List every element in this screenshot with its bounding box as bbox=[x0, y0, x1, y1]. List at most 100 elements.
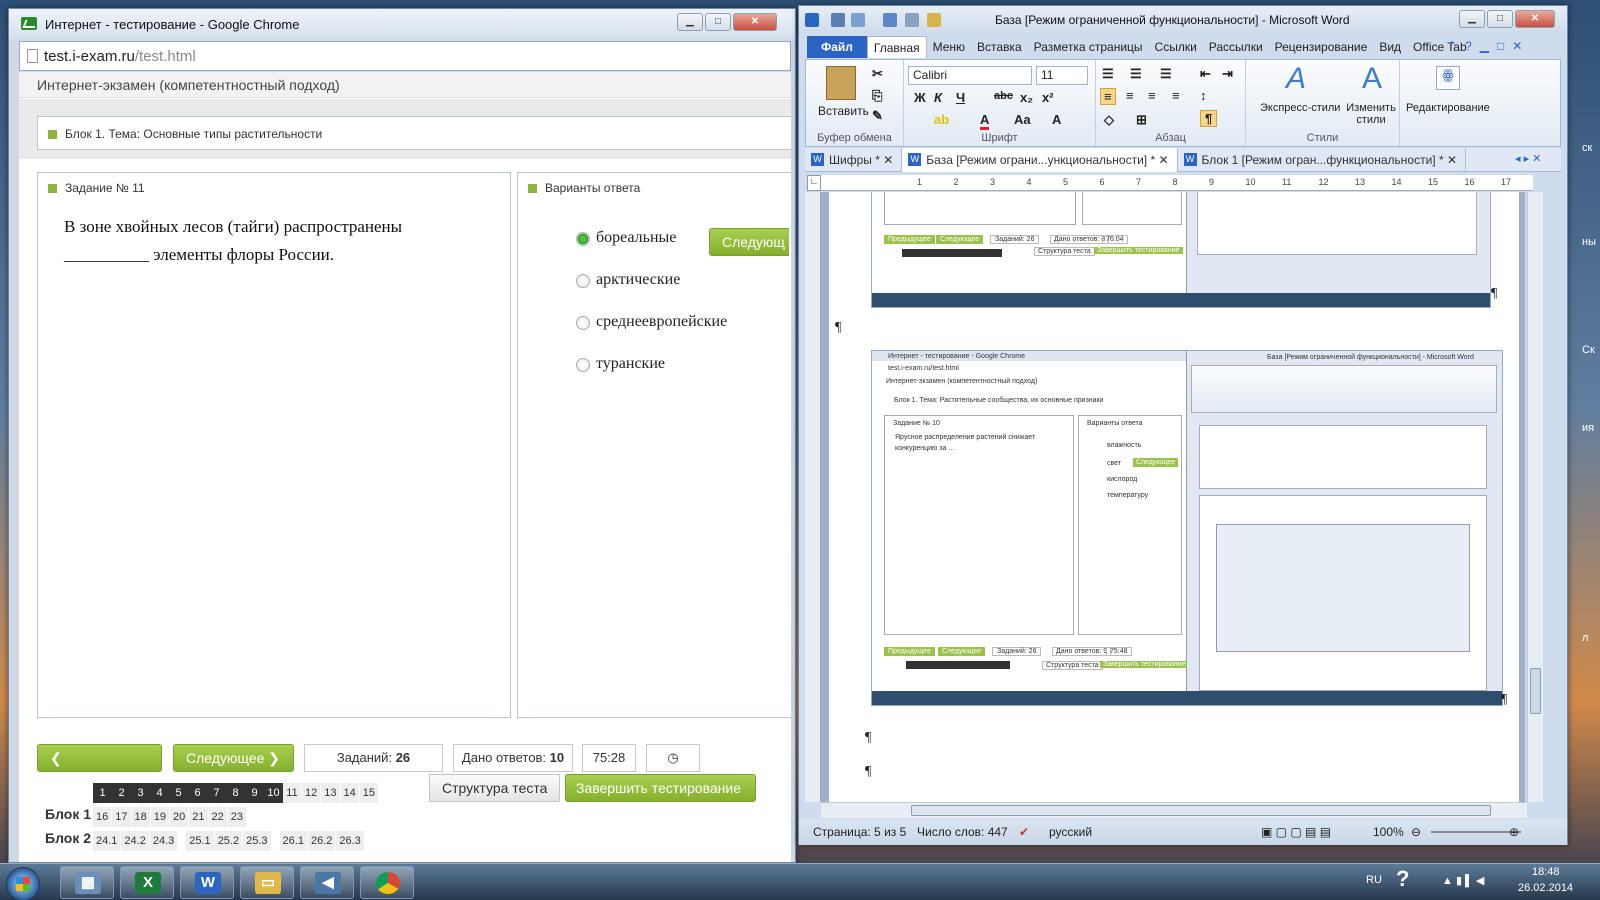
question-number-button[interactable]: 7 bbox=[207, 783, 226, 803]
question-number-button[interactable]: 15 bbox=[359, 783, 379, 803]
shading-icon[interactable]: ◇ bbox=[1104, 112, 1114, 128]
explorer-taskbar-button[interactable]: ▭ bbox=[240, 866, 294, 899]
radio-icon[interactable] bbox=[576, 358, 590, 372]
answer-option[interactable]: арктические bbox=[576, 271, 680, 289]
clock-time[interactable]: 18:48 bbox=[1532, 866, 1560, 878]
clock-date[interactable]: 26.02.2014 bbox=[1518, 882, 1573, 894]
zoom-in-icon[interactable]: ⊕ bbox=[1509, 825, 1519, 839]
font-color-icon[interactable]: A bbox=[980, 112, 990, 130]
change-styles-button[interactable]: Изменить стили bbox=[1346, 102, 1396, 126]
question-number-button[interactable]: 25.1 bbox=[186, 831, 215, 851]
chrome-titlebar[interactable]: Интернет - тестирование - Google Chrome … bbox=[9, 9, 795, 39]
question-number-button[interactable]: 6 bbox=[188, 783, 207, 803]
radio-icon[interactable] bbox=[576, 232, 590, 246]
next-button[interactable]: Следующее ❯ bbox=[173, 744, 294, 772]
question-number-button[interactable]: 26.3 bbox=[336, 831, 365, 851]
ribbon-tab[interactable]: Меню bbox=[927, 36, 971, 58]
next-inline-button[interactable]: Следующ bbox=[709, 228, 789, 256]
question-number-button[interactable]: 24.2 bbox=[121, 831, 150, 851]
print-icon[interactable] bbox=[905, 13, 919, 27]
ribbon-tab[interactable]: Файл bbox=[807, 36, 867, 58]
doc-close-icon[interactable]: ✕ bbox=[1512, 39, 1522, 53]
maximize-button[interactable]: □ bbox=[705, 13, 731, 31]
radio-icon[interactable] bbox=[576, 316, 590, 330]
minimize-button[interactable]: ▁ bbox=[1459, 10, 1485, 28]
question-number-button[interactable]: 20 bbox=[170, 807, 190, 827]
superscript-icon[interactable]: x² bbox=[1042, 90, 1054, 105]
view-modes-icon[interactable]: ▣ ▢ ▢ ▤ ▤ bbox=[1261, 825, 1331, 839]
document-tab[interactable]: Шифры * ✕ bbox=[805, 148, 903, 172]
document-tab[interactable]: База [Режим ограни...ункциональности] * … bbox=[902, 148, 1178, 172]
decrease-indent-icon[interactable]: ⇤ bbox=[1200, 66, 1211, 82]
question-number-button[interactable]: 4 bbox=[150, 783, 169, 803]
previous-button[interactable]: ❮ Предыдущее bbox=[37, 744, 162, 792]
calculator-taskbar-button[interactable]: ▦ bbox=[60, 866, 114, 899]
question-number-button[interactable]: 2 bbox=[112, 783, 131, 803]
vertical-scrollbar[interactable] bbox=[1527, 192, 1543, 802]
close-button[interactable]: ✕ bbox=[1515, 10, 1555, 28]
editing-button[interactable]: Редактирование bbox=[1406, 102, 1490, 114]
increase-indent-icon[interactable]: ⇥ bbox=[1222, 66, 1233, 82]
close-tab-icon[interactable]: ✕ bbox=[880, 153, 893, 167]
undo-icon[interactable] bbox=[851, 13, 865, 27]
question-number-button[interactable]: 10 bbox=[264, 783, 283, 803]
numbering-icon[interactable]: ☰ bbox=[1130, 66, 1142, 82]
redo-icon[interactable] bbox=[883, 13, 897, 27]
ribbon-tab[interactable]: Разметка страницы bbox=[1028, 36, 1149, 58]
scroll-thumb[interactable] bbox=[911, 805, 1491, 816]
italic-icon[interactable]: К bbox=[934, 90, 942, 105]
question-number-button[interactable]: 21 bbox=[189, 807, 209, 827]
doc-tabs-scroll-icon[interactable]: ◂ ▸ ✕ bbox=[1515, 152, 1541, 165]
question-number-button[interactable]: 26.1 bbox=[279, 831, 308, 851]
highlight-icon[interactable]: ab bbox=[934, 112, 949, 127]
answer-option[interactable]: бореальные bbox=[576, 229, 676, 247]
question-number-button[interactable]: 5 bbox=[169, 783, 188, 803]
status-words[interactable]: Число слов: 447 bbox=[917, 825, 1008, 839]
question-number-button[interactable]: 3 bbox=[131, 783, 150, 803]
question-number-button[interactable]: 18 bbox=[131, 807, 151, 827]
clock-button[interactable]: ◷ bbox=[646, 744, 700, 772]
doc-minimize-icon[interactable]: ▁ bbox=[1480, 39, 1489, 53]
language-indicator[interactable]: RU bbox=[1366, 874, 1382, 886]
close-tab-icon[interactable]: ✕ bbox=[1155, 153, 1168, 167]
justify-icon[interactable]: ≡ bbox=[1172, 88, 1180, 103]
bullets-icon[interactable]: ☰ bbox=[1102, 66, 1114, 82]
question-number-button[interactable]: 16 bbox=[93, 807, 113, 827]
show-marks-icon[interactable]: ¶ bbox=[1200, 110, 1218, 127]
ribbon-tab[interactable]: Вставка bbox=[971, 36, 1028, 58]
minimize-button[interactable]: ▁ bbox=[677, 13, 703, 31]
help-icon[interactable]: ? bbox=[1396, 866, 1409, 892]
question-number-button[interactable]: 1 bbox=[93, 783, 112, 803]
express-styles-icon[interactable]: A bbox=[1286, 62, 1306, 96]
align-right-icon[interactable]: ≡ bbox=[1148, 88, 1156, 103]
ribbon-tab[interactable]: Вид bbox=[1373, 36, 1407, 58]
question-number-button[interactable]: 19 bbox=[150, 807, 170, 827]
binoculars-icon[interactable]: ꙮ bbox=[1436, 66, 1460, 90]
question-number-button[interactable]: 25.2 bbox=[214, 831, 244, 851]
tab-selector-icon[interactable]: ∟ bbox=[807, 175, 821, 191]
format-painter-icon[interactable]: ✎ bbox=[872, 108, 883, 124]
question-number-button[interactable]: 17 bbox=[112, 807, 132, 827]
zoom-slider[interactable] bbox=[1431, 831, 1521, 833]
paste-button[interactable]: Вставить bbox=[818, 104, 869, 118]
status-page[interactable]: Страница: 5 из 5 bbox=[813, 825, 906, 839]
ribbon-tab[interactable]: Главная bbox=[866, 36, 927, 58]
subscript-icon[interactable]: x₂ bbox=[1020, 90, 1033, 105]
chrome-taskbar-button[interactable] bbox=[360, 866, 414, 899]
question-number-button[interactable]: 9 bbox=[245, 783, 264, 803]
status-language[interactable]: русский bbox=[1049, 825, 1092, 839]
doc-restore-icon[interactable]: □ bbox=[1497, 39, 1504, 53]
copy-icon[interactable]: ⎘ bbox=[872, 88, 882, 104]
change-styles-icon[interactable]: A bbox=[1362, 62, 1382, 96]
word-titlebar[interactable]: База [Режим ограниченной функциональност… bbox=[799, 6, 1567, 34]
excel-taskbar-button[interactable]: X bbox=[120, 866, 174, 899]
express-styles-button[interactable]: Экспресс-стили bbox=[1260, 102, 1340, 114]
question-number-button[interactable]: 14 bbox=[340, 783, 360, 803]
change-case-icon[interactable]: Aa bbox=[1014, 112, 1031, 127]
bold-icon[interactable]: Ж bbox=[914, 90, 926, 105]
question-number-button[interactable]: 12 bbox=[302, 783, 322, 803]
radio-icon[interactable] bbox=[576, 274, 590, 288]
close-tab-icon[interactable]: ✕ bbox=[1444, 153, 1457, 167]
document-tab[interactable]: Блок 1 [Режим огран...функциональности] … bbox=[1178, 148, 1466, 172]
question-number-button[interactable]: 23 bbox=[227, 807, 247, 827]
